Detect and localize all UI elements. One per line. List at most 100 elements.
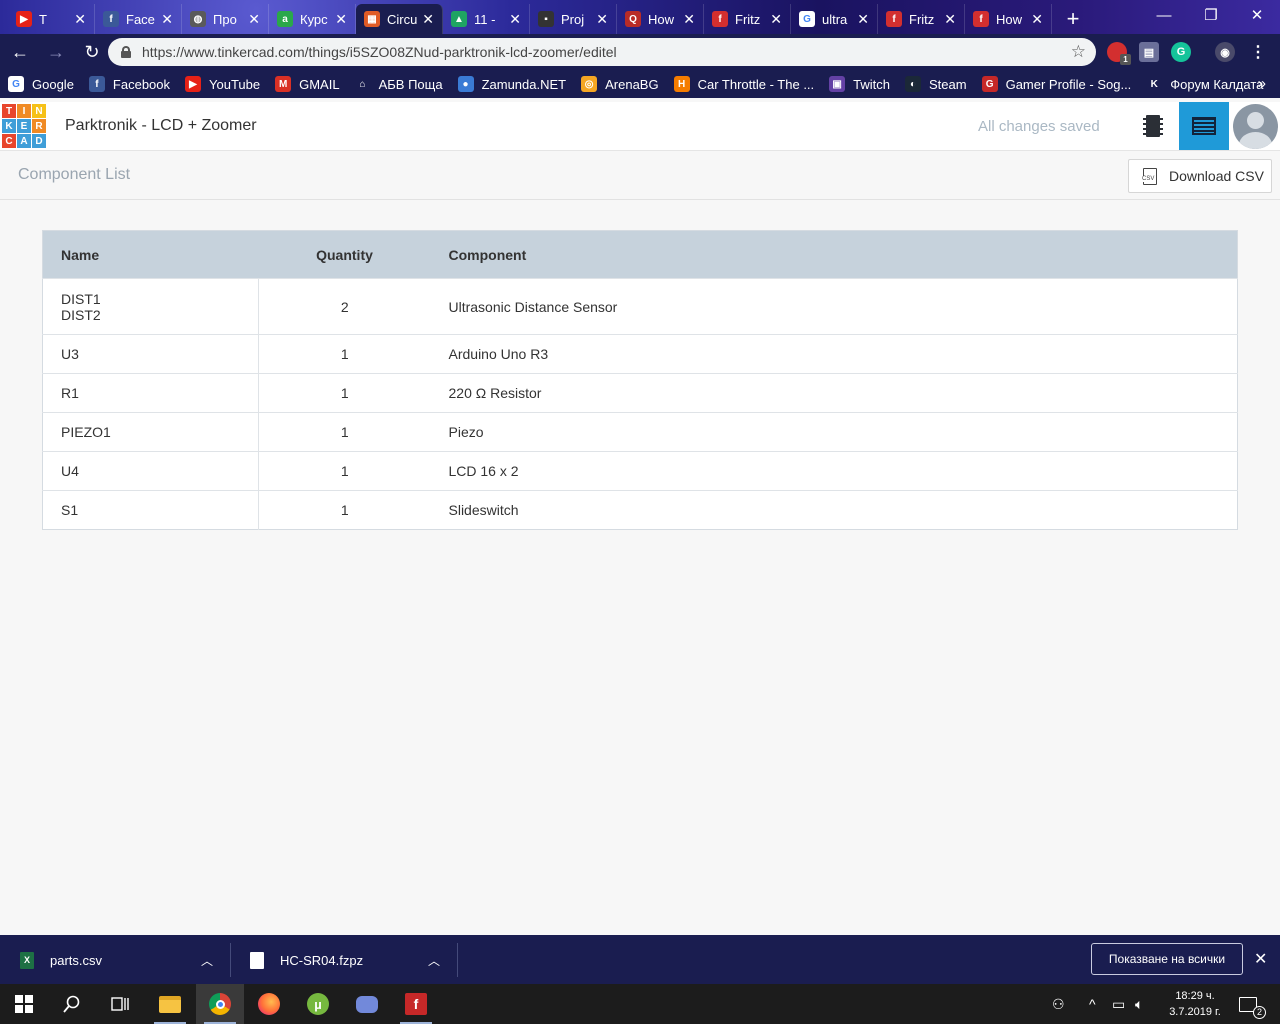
tab-close-icon[interactable]: ✕: [74, 11, 86, 28]
tab-close-icon[interactable]: ✕: [770, 11, 782, 28]
bookmark-item[interactable]: H Car Throttle - The ...: [673, 76, 814, 92]
bookmarks-overflow-button[interactable]: »: [1258, 75, 1266, 92]
bookmark-item[interactable]: M GMAIL: [275, 76, 340, 92]
bookmark-item[interactable]: ◎ ArenaBG: [581, 76, 659, 92]
chevron-up-icon[interactable]: ^: [1089, 996, 1096, 1012]
bookmark-item[interactable]: K Форум Калдата: [1146, 76, 1263, 92]
back-button[interactable]: ←: [4, 36, 36, 68]
browser-tab[interactable]: a Курс ✕: [269, 4, 356, 34]
browser-tab[interactable]: f Face ✕: [95, 4, 182, 34]
circuit-view-button[interactable]: [1128, 102, 1178, 150]
minimize-button[interactable]: —: [1141, 0, 1187, 30]
chrome-taskbar-button[interactable]: [196, 984, 244, 1024]
search-button[interactable]: [48, 984, 96, 1024]
forward-button[interactable]: →: [40, 36, 72, 68]
cell-name-line: DIST1: [61, 290, 101, 307]
adblock-extension-icon[interactable]: 1: [1107, 42, 1131, 65]
tab-close-icon[interactable]: ✕: [596, 11, 608, 28]
reload-button[interactable]: ↻: [76, 36, 108, 68]
discord-icon: [356, 995, 378, 1013]
firefox-taskbar-button[interactable]: [245, 984, 293, 1024]
profile-icon[interactable]: ◉: [1215, 42, 1235, 62]
table-row: U4 1 LCD 16 x 2: [42, 451, 1238, 491]
browser-tab[interactable]: ▲ 11 - ✕: [443, 4, 530, 34]
grammarly-extension-icon[interactable]: G: [1171, 42, 1191, 62]
tab-close-icon[interactable]: ✕: [509, 11, 521, 28]
cell-name-line: DIST2: [61, 306, 101, 323]
bookmark-item[interactable]: ● Zamunda.NET: [457, 76, 566, 92]
table-header-row: Name Quantity Component: [42, 230, 1238, 279]
design-title[interactable]: Parktronik - LCD + Zoomer: [65, 117, 257, 135]
logo-letter: A: [17, 134, 31, 148]
save-status: All changes saved: [978, 118, 1100, 135]
show-all-downloads-button[interactable]: Показване на всички: [1091, 943, 1243, 975]
bookmark-label: Twitch: [853, 76, 890, 92]
bookmark-item[interactable]: ⌂ АБВ Поща: [354, 76, 443, 92]
bookmark-label: Steam: [929, 76, 967, 92]
new-tab-button[interactable]: +: [1058, 4, 1088, 34]
tab-close-icon[interactable]: ✕: [944, 11, 956, 28]
download-csv-button[interactable]: Download CSV: [1128, 159, 1272, 193]
bookmark-item[interactable]: G Google: [8, 76, 74, 92]
gamerprofile-icon: G: [981, 76, 998, 92]
tab-close-icon[interactable]: ✕: [248, 11, 260, 28]
browser-tab[interactable]: Q How ✕: [617, 4, 704, 34]
volume-icon[interactable]: 🔈︎: [1135, 996, 1143, 1013]
network-icon[interactable]: ▭: [1112, 996, 1125, 1013]
css-extension-icon[interactable]: ▤: [1139, 42, 1159, 62]
download-item[interactable]: HC-SR04.fzpz: [250, 935, 363, 985]
close-window-button[interactable]: ✕: [1234, 0, 1280, 30]
steam-icon: ◐: [905, 76, 921, 92]
tinkercad-logo[interactable]: TIN KER CAD: [2, 104, 46, 149]
bookmark-star-icon[interactable]: ☆: [1071, 42, 1086, 62]
people-icon[interactable]: ⚇: [1052, 996, 1065, 1013]
browser-tab[interactable]: f How ✕: [965, 4, 1052, 34]
bookmark-item[interactable]: G Gamer Profile - Sog...: [981, 76, 1131, 92]
task-view-button[interactable]: [96, 984, 144, 1024]
bookmark-item[interactable]: ▣ Twitch: [829, 76, 890, 92]
browser-tab[interactable]: Gultra ✕: [791, 4, 878, 34]
tab-title: Fritz: [735, 11, 761, 27]
browser-tab[interactable]: ◍ Про ✕: [182, 4, 269, 34]
close-icon[interactable]: ✕: [1254, 949, 1267, 969]
start-button[interactable]: [0, 984, 48, 1024]
browser-tab[interactable]: ▦ Circu ✕: [356, 4, 443, 34]
tab-close-icon[interactable]: ✕: [335, 11, 347, 28]
bookmark-item[interactable]: f Facebook: [88, 76, 170, 92]
utorrent-taskbar-button[interactable]: µ: [294, 984, 342, 1024]
tab-favicon-icon: ▲: [451, 11, 467, 27]
tab-close-icon[interactable]: ✕: [161, 11, 173, 28]
tab-close-icon[interactable]: ✕: [422, 11, 434, 28]
browser-tab[interactable]: ▶ T ✕: [8, 4, 95, 34]
browser-tab[interactable]: ▪ Proj ✕: [530, 4, 617, 34]
tab-favicon-icon: f: [886, 11, 902, 27]
browser-tab[interactable]: f Fritz ✕: [704, 4, 791, 34]
discord-taskbar-button[interactable]: [343, 984, 391, 1024]
tab-close-icon[interactable]: ✕: [683, 11, 695, 28]
component-list-view-button[interactable]: [1179, 102, 1229, 150]
download-item[interactable]: X parts.csv: [20, 935, 102, 985]
bookmark-item[interactable]: ◐ Steam: [905, 76, 967, 92]
tab-close-icon[interactable]: ✕: [1031, 11, 1043, 28]
fritzing-taskbar-button[interactable]: f: [392, 984, 440, 1024]
menu-kebab-icon[interactable]: ⋮: [1248, 42, 1268, 62]
action-center-button[interactable]: 2: [1228, 984, 1268, 1024]
tab-close-icon[interactable]: ✕: [857, 11, 869, 28]
user-avatar[interactable]: [1233, 104, 1278, 149]
tab-favicon-icon: ▦: [364, 11, 380, 27]
address-bar[interactable]: https://www.tinkercad.com/things/i5SZO08…: [108, 38, 1096, 66]
chevron-up-icon[interactable]: ︿: [428, 952, 440, 969]
download-csv-label: Download CSV: [1169, 168, 1264, 184]
fritzing-icon: f: [405, 993, 427, 1015]
system-clock[interactable]: 18:29 ч. 3.7.2019 г.: [1160, 988, 1230, 1020]
table-row: PIEZO1 1 Piezo: [42, 412, 1238, 452]
browser-tab[interactable]: f Fritz ✕: [878, 4, 965, 34]
restore-button[interactable]: ❐: [1188, 0, 1234, 30]
logo-letter: I: [17, 104, 31, 118]
bookmark-item[interactable]: ▶ YouTube: [185, 76, 260, 92]
file-explorer-button[interactable]: [146, 984, 194, 1024]
tab-favicon-icon: f: [103, 11, 119, 27]
folder-icon: [159, 995, 181, 1013]
tab-title: Face: [126, 11, 155, 27]
chevron-up-icon[interactable]: ︿: [201, 952, 213, 969]
